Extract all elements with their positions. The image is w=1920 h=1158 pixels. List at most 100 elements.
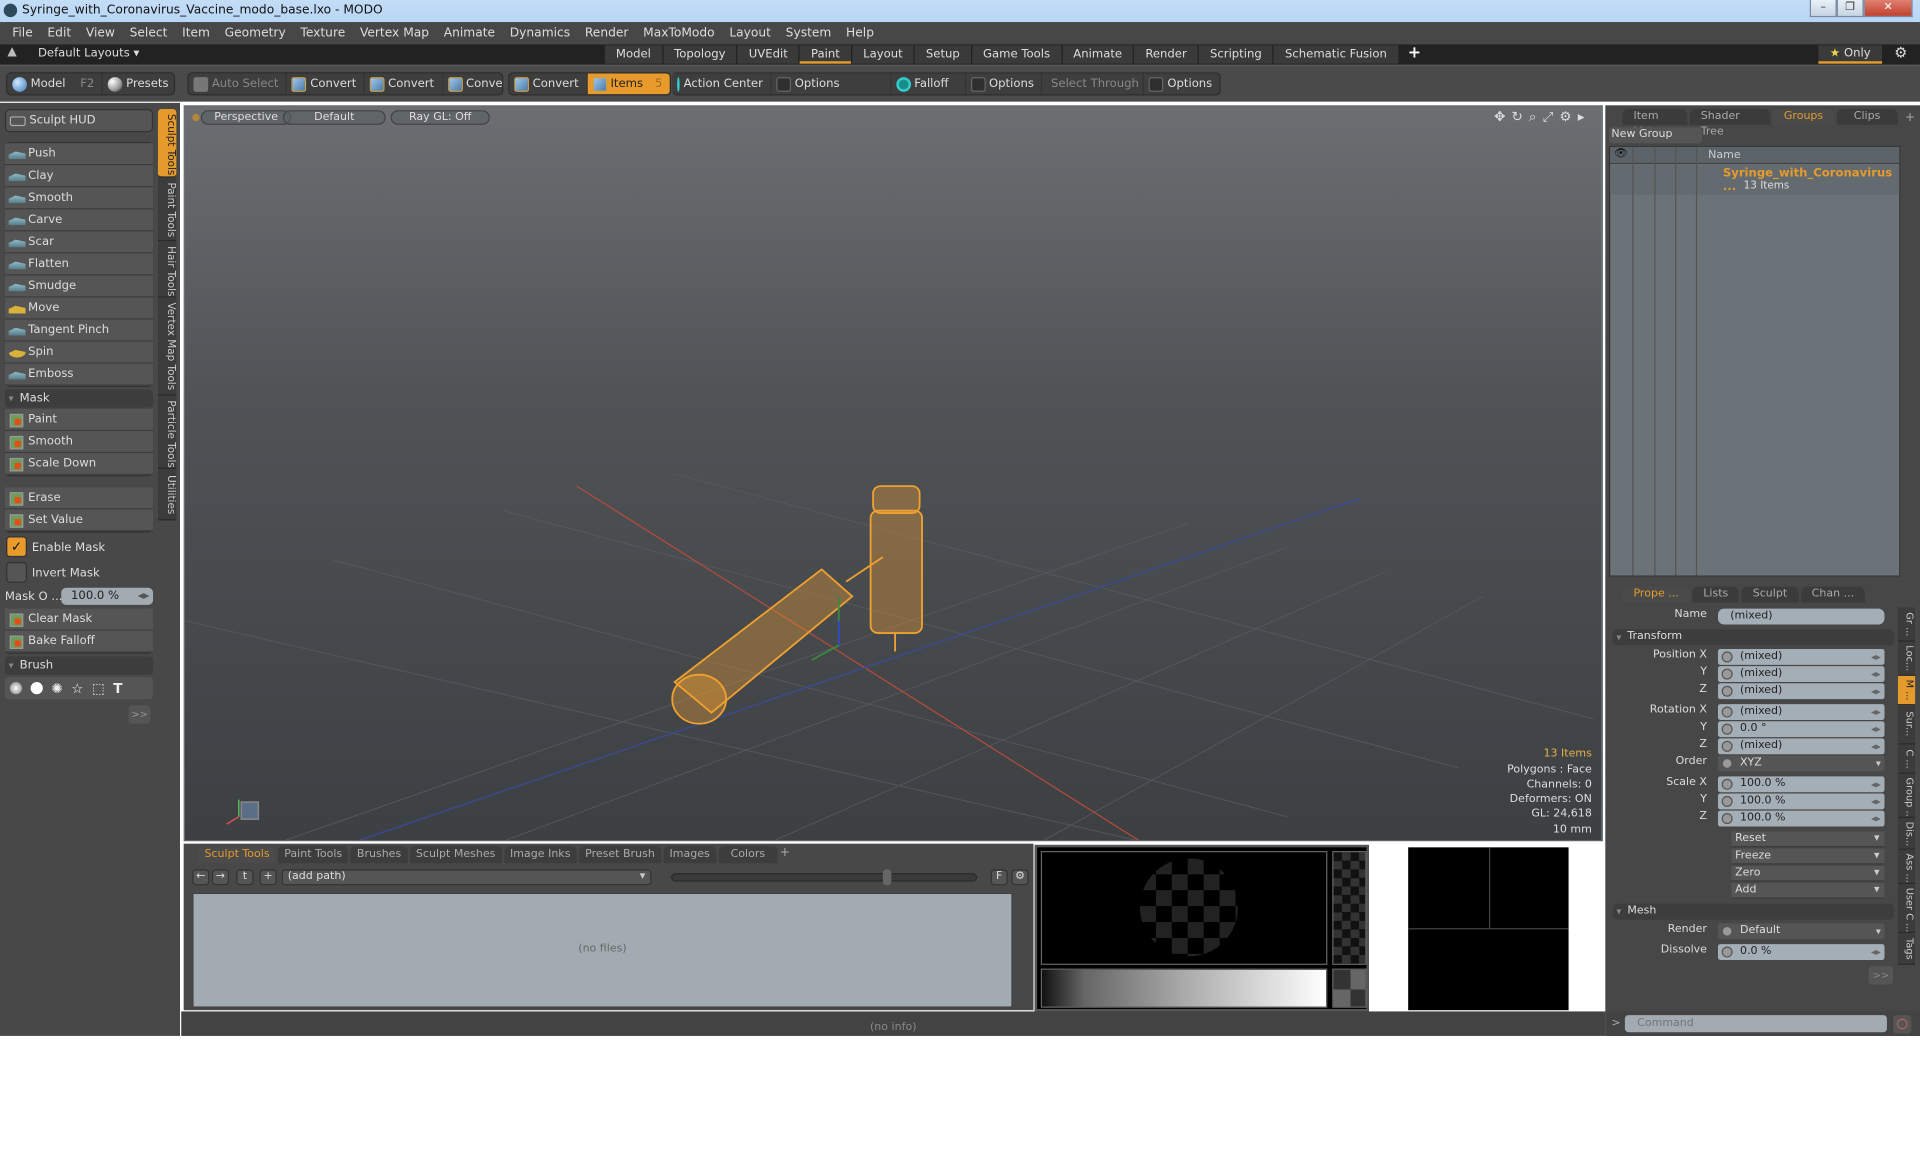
sculpt-hud-button[interactable]: Sculpt HUD [4,108,154,133]
add-tab-button[interactable]: + [1399,45,1429,63]
btab-paint-tools[interactable]: Paint Tools [278,846,349,864]
tool-tangent-pinch[interactable]: Tangent Pinch [4,319,154,342]
menu-system[interactable]: System [778,26,838,39]
brush-splat-icon[interactable]: ✺ [51,680,62,696]
render-dropdown[interactable]: Default ▾ [1717,923,1885,940]
vtab-locator[interactable]: Loc... [1897,641,1916,676]
vtab-group[interactable]: Gr ... [1897,607,1916,642]
tab-render[interactable]: Render [1134,45,1198,64]
position-x-field[interactable]: (mixed) ◂▸ [1717,648,1885,665]
slider-handle[interactable] [882,869,892,886]
menu-animate[interactable]: Animate [436,26,502,39]
add-tab-button[interactable]: + [780,846,790,863]
add-dropdown[interactable]: Add [1731,882,1885,899]
brush-soft-icon[interactable] [9,682,23,695]
vtab-assembly[interactable]: Ass ... [1897,849,1916,885]
tab-schematic-fusion[interactable]: Schematic Fusion [1273,45,1398,64]
menu-item[interactable]: Item [175,26,218,39]
gear-icon[interactable]: ⚙ [1894,44,1907,61]
mesh-section-header[interactable]: Mesh [1612,903,1895,920]
menu-view[interactable]: View [79,26,123,39]
close-button[interactable]: ✕ [1863,0,1913,18]
presets-button[interactable]: PresetsF6 [103,73,174,94]
vtab-particle-tools[interactable]: Particle Tools [157,395,177,469]
tool-scar[interactable]: Scar [4,231,154,254]
tool-clay[interactable]: Clay [4,165,154,188]
menu-edit[interactable]: Edit [40,26,78,39]
minimize-button[interactable]: – [1809,0,1837,18]
tab-uvedit[interactable]: UVEdit [737,45,799,64]
rotation-y-field[interactable]: 0.0 ° ◂▸ [1717,721,1885,738]
tool-flatten[interactable]: Flatten [4,253,154,276]
vtab-surface[interactable]: Sur... [1897,705,1916,745]
mask-paint-button[interactable]: Paint [4,408,154,432]
add-path-button[interactable]: + [259,869,277,886]
vtab-user-channels[interactable]: User C ... [1897,884,1916,934]
scale-x-field[interactable]: 100.0 % ◂▸ [1717,776,1885,793]
filter-button[interactable]: F [990,869,1008,886]
clear-mask-button[interactable]: Clear Mask [4,608,154,631]
record-macro-icon[interactable]: ○ [1893,1015,1912,1034]
tool-emboss[interactable]: Emboss [4,363,154,386]
tab-animate[interactable]: Animate [1062,45,1134,64]
default-layouts-dropdown[interactable]: Default Layouts ▾ [38,47,139,60]
transform-section-header[interactable]: Transform [1612,629,1895,646]
tab-sculpt[interactable]: Sculpt [1741,586,1799,603]
more-button[interactable]: >> [128,705,151,724]
tab-scripting[interactable]: Scripting [1198,45,1273,64]
tab-paint[interactable]: Paint [800,45,851,64]
vtab-paint-tools[interactable]: Paint Tools [157,177,177,242]
command-input[interactable] [1624,1015,1887,1033]
path-dropdown[interactable]: (add path) ▾ [281,869,652,886]
menu-help[interactable]: Help [839,26,882,39]
select-options-button[interactable]: Options [1144,73,1219,94]
menu-file[interactable]: File [5,26,40,39]
menu-render[interactable]: Render [577,26,635,39]
btab-images[interactable]: Images [663,846,716,864]
tool-smudge[interactable]: Smudge [4,275,154,298]
forward-button[interactable]: → [211,869,229,886]
tab-clips[interactable]: Clips [1836,108,1898,125]
brush-star-icon[interactable]: ☆ [71,680,83,696]
rotation-z-field[interactable]: (mixed) ◂▸ [1717,738,1885,755]
tab-groups[interactable]: Groups [1772,108,1835,125]
only-toggle[interactable]: ★ Only [1818,45,1883,64]
vtab-utilities[interactable]: Utilities [157,468,177,521]
home-icon[interactable]: ▲ [7,45,16,58]
mask-erase-button[interactable]: Erase [4,487,154,510]
tool-carve[interactable]: Carve [4,209,154,232]
position-y-field[interactable]: (mixed) ◂▸ [1717,666,1885,683]
browser-settings-icon[interactable]: ⚙ [1011,869,1029,886]
items-button[interactable]: Items 5 [587,73,670,95]
back-button[interactable]: ← [192,869,210,886]
properties-more-button[interactable]: >> [1868,966,1894,985]
vtab-display[interactable]: Dis... [1897,817,1916,850]
3d-viewport[interactable]: Perspective Default Ray GL: Off ✥ ↻ ⌕ ⤢ … [183,105,1603,842]
menu-texture[interactable]: Texture [293,26,353,39]
mask-set-value-button[interactable]: Set Value [4,509,154,532]
vtab-tags[interactable]: Tags [1897,933,1916,965]
btab-sculpt-tools[interactable]: Sculpt Tools [198,846,276,864]
tab-item-list[interactable]: Item List [1622,108,1688,138]
btab-image-inks[interactable]: Image Inks [503,846,577,864]
tool-move[interactable]: Move [4,297,154,320]
tab-topology[interactable]: Topology [663,45,737,64]
mask-scale-down-button[interactable]: Scale Down [4,453,154,476]
vtab-mesh[interactable]: M ... [1897,675,1916,706]
mask-smooth-button[interactable]: Smooth [4,431,154,454]
falloff-options-button[interactable]: Options [967,73,1043,95]
new-group-button[interactable]: New Group [1608,127,1703,144]
reset-dropdown[interactable]: Reset [1731,831,1885,848]
menu-layout[interactable]: Layout [722,26,778,39]
select-through-button[interactable]: Select Through [1042,73,1145,95]
vtab-c[interactable]: C ... [1897,744,1916,774]
vtab-hair-tools[interactable]: Hair Tools [157,241,177,298]
tab-channels[interactable]: Chan ... [1800,586,1866,603]
zero-dropdown[interactable]: Zero [1731,865,1885,882]
brush-text-icon[interactable]: T [113,680,122,696]
brush-hard-icon[interactable] [30,682,43,695]
restore-button[interactable]: ❐ [1836,0,1864,18]
tab-layout[interactable]: Layout [852,45,914,64]
tab-game-tools[interactable]: Game Tools [972,45,1062,64]
mask-section-header[interactable]: Mask [4,389,154,408]
